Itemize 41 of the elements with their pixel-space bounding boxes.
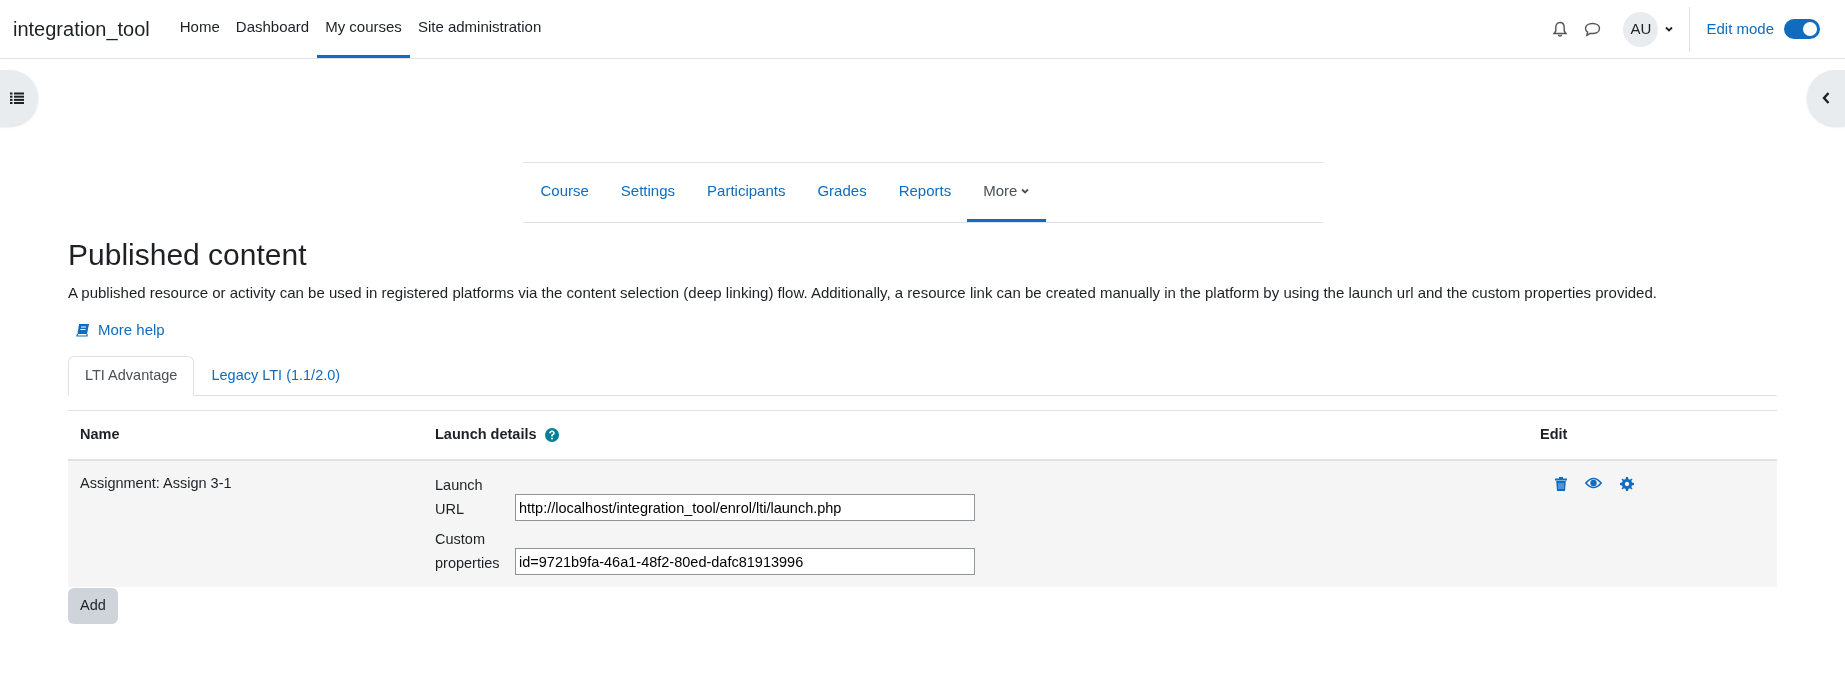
eye-icon[interactable] [1585, 477, 1602, 490]
gear-icon[interactable] [1620, 477, 1634, 492]
caret-icon [1664, 24, 1675, 34]
help-icon[interactable] [544, 428, 559, 443]
nav-link[interactable]: Home [171, 0, 228, 58]
description-text: A published resource or activity can be used in registered platforms via the content selection (deep linking) flow. Additionally, a resource link can be created manually in the platform by using the launch url and the custom properties provided. [68, 283, 1658, 303]
course-nav-tab[interactable]: More [967, 163, 1047, 222]
delete-icon[interactable] [1555, 477, 1567, 492]
caret-icon [1020, 186, 1031, 196]
text-field[interactable]: http://localhost/integration_tool/enrol/lti/launch.php [515, 494, 975, 522]
tab[interactable]: Legacy LTI (1.1/2.0) [194, 356, 358, 397]
text-field[interactable]: id=9721b9fa-46a1-48f2-80ed-dafc81913996 [515, 548, 975, 576]
tab[interactable]: LTI Advantage [68, 356, 195, 397]
course-nav-tab[interactable]: Grades [801, 163, 883, 222]
user-avatar[interactable]: AU [1623, 11, 1659, 47]
bell-icon[interactable] [1552, 20, 1569, 38]
column-header: Launch details [435, 425, 537, 445]
table-cell: Assignment: Assign 3-1 [80, 475, 232, 492]
nav-link[interactable]: My courses [317, 0, 410, 58]
more-help-link[interactable]: More help [76, 319, 165, 342]
course-nav-tab[interactable]: Settings [604, 163, 692, 222]
column-header: Edit [1540, 425, 1568, 445]
course-nav-tab[interactable]: Participants [691, 163, 802, 222]
add-button[interactable]: Add [68, 588, 118, 625]
site-name[interactable]: integration_tool [13, 0, 150, 58]
chevron-left-icon [1821, 91, 1831, 105]
nav-link[interactable]: Site administration [409, 0, 550, 58]
column-header: Name [80, 425, 120, 445]
nav-link[interactable]: Dashboard [227, 0, 318, 58]
book-icon [76, 323, 90, 338]
field-label: Custom properties [435, 530, 501, 574]
block-drawer-toggle[interactable] [1807, 70, 1845, 126]
course-nav-tab[interactable]: Course [524, 163, 605, 222]
list-icon [10, 92, 24, 104]
edit-mode-toggle[interactable] [1784, 19, 1820, 39]
chat-bubble-icon[interactable] [1584, 21, 1602, 37]
field-label: Launch URL [435, 476, 484, 520]
course-nav-tab[interactable]: Reports [882, 163, 968, 222]
page-heading: Published content [68, 237, 308, 273]
course-index-toggle[interactable] [0, 70, 38, 126]
edit-mode-label: Edit mode [1706, 18, 1774, 39]
